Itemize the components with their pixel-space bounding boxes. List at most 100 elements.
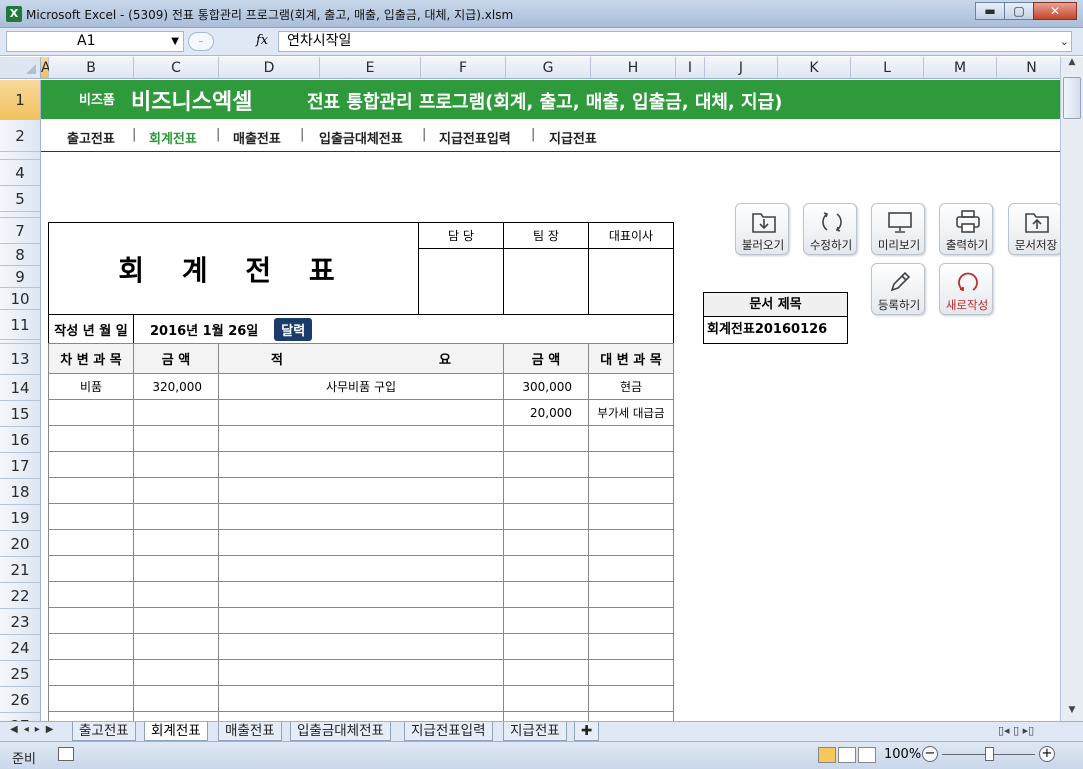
entry-debit-account[interactable]: [48, 633, 134, 660]
entry-summary[interactable]: [218, 477, 504, 504]
entry-credit-account[interactable]: [588, 425, 674, 452]
row-header-20[interactable]: 20: [0, 531, 41, 557]
entry-summary[interactable]: [218, 659, 504, 686]
insert-sheet-icon[interactable]: ✚: [574, 722, 600, 741]
sheet-tab-2[interactable]: 매출전표: [218, 722, 282, 741]
formula-cancel-icon[interactable]: –: [188, 32, 214, 51]
nav-3[interactable]: 입출금대체전표: [319, 128, 403, 147]
row-header-23[interactable]: 23: [0, 609, 41, 635]
entry-credit-amount[interactable]: [503, 633, 589, 660]
entry-debit-amount[interactable]: [133, 529, 219, 556]
entry-summary[interactable]: [218, 503, 504, 530]
entry-debit-amount[interactable]: [133, 425, 219, 452]
entry-credit-amount[interactable]: [503, 477, 589, 504]
entry-debit-amount[interactable]: [133, 633, 219, 660]
approval-sign-1[interactable]: [418, 248, 504, 315]
entry-debit-amount[interactable]: [133, 711, 219, 721]
entry-credit-account[interactable]: 부가세 대급금: [588, 399, 674, 426]
row-header-25[interactable]: 25: [0, 661, 41, 687]
row-header-26[interactable]: 26: [0, 687, 41, 713]
action-button-6[interactable]: 새로작성: [939, 263, 993, 315]
entry-credit-account[interactable]: [588, 685, 674, 712]
tab-navigation-arrows[interactable]: ◀◂▸▶: [10, 724, 59, 735]
entry-debit-account[interactable]: [48, 425, 134, 452]
row-header-10[interactable]: 10: [0, 288, 41, 310]
zoom-level[interactable]: 100%: [884, 747, 921, 762]
action-button-3[interactable]: 출력하기: [939, 203, 993, 255]
entry-credit-amount[interactable]: [503, 503, 589, 530]
maximize-button[interactable]: ▢: [1004, 2, 1034, 20]
row-header-3[interactable]: 3: [0, 152, 41, 160]
sheet-tab-3[interactable]: 입출금대체전표: [290, 722, 391, 741]
row-header-21[interactable]: 21: [0, 557, 41, 583]
row-header-13[interactable]: 13: [0, 344, 41, 375]
action-button-1[interactable]: 수정하기: [803, 203, 857, 255]
entry-summary[interactable]: [218, 581, 504, 608]
entry-summary[interactable]: [218, 711, 504, 721]
entry-debit-account[interactable]: [48, 711, 134, 721]
entry-credit-amount[interactable]: [503, 685, 589, 712]
entry-debit-account[interactable]: [48, 555, 134, 582]
scroll-thumb[interactable]: [1063, 77, 1081, 119]
entry-debit-amount[interactable]: 320,000: [133, 373, 219, 400]
column-header-a[interactable]: A: [41, 57, 51, 79]
horizontal-scroll-controls[interactable]: ▯◂ ▯ ▸▯: [998, 724, 1034, 737]
row-header-9[interactable]: 9: [0, 266, 41, 288]
entry-summary[interactable]: [218, 451, 504, 478]
entry-debit-amount[interactable]: [133, 555, 219, 582]
entry-credit-amount[interactable]: [503, 659, 589, 686]
column-header-h[interactable]: H: [591, 57, 676, 79]
column-header-l[interactable]: L: [851, 57, 924, 79]
entry-credit-account[interactable]: [588, 529, 674, 556]
row-header-8[interactable]: 8: [0, 244, 41, 266]
row-header-19[interactable]: 19: [0, 505, 41, 531]
column-header-i[interactable]: I: [676, 57, 705, 79]
select-all-corner[interactable]: [0, 57, 41, 79]
row-header-22[interactable]: 22: [0, 583, 41, 609]
entry-credit-account[interactable]: [588, 503, 674, 530]
row-header-14[interactable]: 14: [0, 375, 41, 401]
sheet-tab-5[interactable]: 지급전표: [503, 722, 567, 741]
entry-credit-amount[interactable]: 20,000: [503, 399, 589, 426]
entry-credit-account[interactable]: [588, 659, 674, 686]
entry-credit-amount[interactable]: [503, 607, 589, 634]
entry-summary[interactable]: [218, 555, 504, 582]
row-header-5[interactable]: 5: [0, 186, 41, 212]
approval-sign-3[interactable]: [588, 248, 674, 315]
row-header-4[interactable]: 4: [0, 160, 41, 186]
action-button-2[interactable]: 미리보기: [871, 203, 925, 255]
approval-sign-2[interactable]: [503, 248, 589, 315]
entry-credit-amount[interactable]: [503, 555, 589, 582]
entry-debit-account[interactable]: [48, 503, 134, 530]
row-header-18[interactable]: 18: [0, 479, 41, 505]
action-button-4[interactable]: 문서저장: [1008, 203, 1060, 255]
entry-credit-account[interactable]: [588, 607, 674, 634]
function-icon[interactable]: fx: [256, 33, 268, 48]
entry-credit-amount[interactable]: [503, 451, 589, 478]
entry-debit-account[interactable]: [48, 399, 134, 426]
chevron-down-icon[interactable]: ▼: [171, 32, 179, 51]
row-header-15[interactable]: 15: [0, 401, 41, 427]
column-header-k[interactable]: K: [778, 57, 851, 79]
entry-debit-account[interactable]: [48, 685, 134, 712]
entry-debit-account[interactable]: 비품: [48, 373, 134, 400]
entry-summary[interactable]: [218, 529, 504, 556]
column-header-j[interactable]: J: [705, 57, 778, 79]
entry-credit-account[interactable]: 현금: [588, 373, 674, 400]
row-header-7[interactable]: 7: [0, 218, 41, 244]
column-header-c[interactable]: C: [134, 57, 219, 79]
entry-debit-account[interactable]: [48, 477, 134, 504]
entry-credit-amount[interactable]: [503, 425, 589, 452]
nav-1[interactable]: 회계전표: [149, 128, 197, 147]
column-header-f[interactable]: F: [421, 57, 506, 79]
normal-view-icon[interactable]: [818, 747, 836, 763]
page-layout-view-icon[interactable]: [838, 747, 856, 763]
minimize-button[interactable]: ▬: [975, 2, 1005, 20]
scroll-down-icon[interactable]: ▼: [1063, 705, 1081, 721]
row-header-16[interactable]: 16: [0, 427, 41, 453]
entry-debit-amount[interactable]: [133, 659, 219, 686]
entry-debit-account[interactable]: [48, 581, 134, 608]
column-header-d[interactable]: D: [219, 57, 320, 79]
entry-credit-amount[interactable]: [503, 529, 589, 556]
nav-4[interactable]: 지급전표입력: [439, 128, 511, 147]
